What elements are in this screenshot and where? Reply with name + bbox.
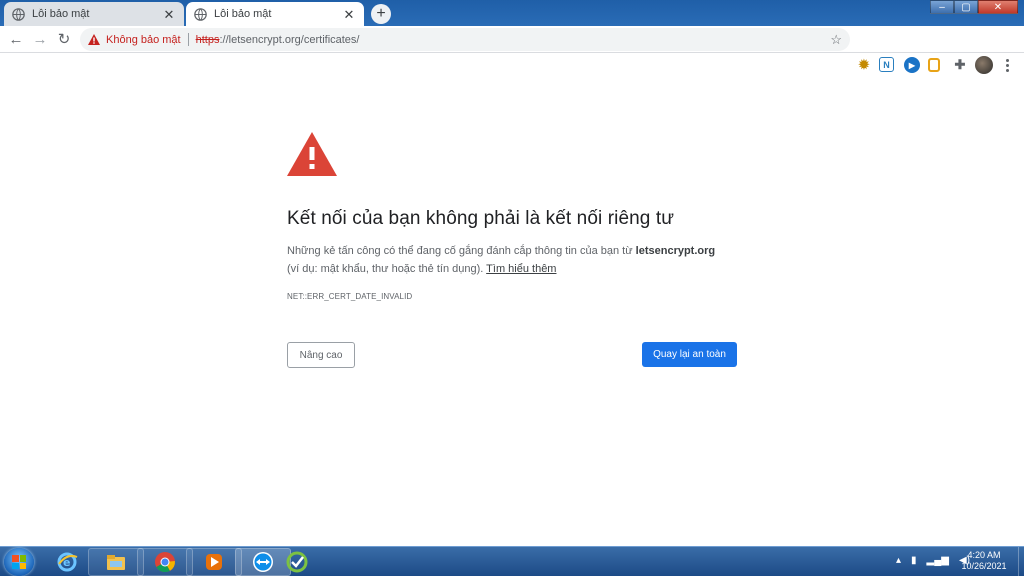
svg-text:e: e <box>63 556 70 569</box>
star-icon[interactable]: ☆ <box>830 32 842 48</box>
signal-icon[interactable]: ▂▄▆ <box>927 555 949 566</box>
globe-icon <box>194 7 207 21</box>
reload-icon[interactable]: ↻ <box>52 27 76 51</box>
divider <box>187 33 189 46</box>
clock-time: 4:20 AM <box>967 550 1001 560</box>
show-desktop-button[interactable] <box>1018 547 1024 576</box>
body-text-2: (ví dụ: mật khẩu, thư hoặc thẻ tín dụng)… <box>287 263 487 275</box>
warning-description: Những kẻ tấn công có thể đang cố gắng đá… <box>287 242 737 278</box>
explorer-icon[interactable] <box>88 548 144 576</box>
domain-name: letsencrypt.org <box>635 245 716 257</box>
tab-strip: Lỗi bảo mật ✕ Lỗi bảo mật ✕ + – ▢ ✕ <box>0 0 1024 26</box>
tab-title: Lỗi bảo mật <box>32 8 90 20</box>
avatar[interactable] <box>975 56 993 74</box>
extension-n-icon[interactable]: N <box>879 57 894 72</box>
warning-icon <box>88 34 100 45</box>
maximize-button[interactable]: ▢ <box>954 0 978 14</box>
ie-icon[interactable]: e <box>39 548 95 576</box>
advanced-button[interactable]: Nâng cao <box>287 342 355 368</box>
url-text: ://letsencrypt.org/certificates/ <box>219 33 360 46</box>
chrome-icon[interactable] <box>137 548 193 576</box>
tab-2[interactable]: Lỗi bảo mật ✕ <box>186 2 364 26</box>
browser-toolbar: ← → ↻ Không bảo mật https ://letsencrypt… <box>0 26 1024 74</box>
close-icon[interactable]: ✕ <box>342 7 356 21</box>
puzzle-icon[interactable]: ✚ <box>952 57 968 73</box>
learn-more-link[interactable]: Tìm hiểu thêm <box>486 263 556 275</box>
url-scheme: https <box>195 33 220 46</box>
network-icon[interactable]: ▮ <box>911 555 917 566</box>
tab-1[interactable]: Lỗi bảo mật ✕ <box>4 2 184 26</box>
tab-title: Lỗi bảo mật <box>214 8 272 20</box>
plus-icon[interactable]: + <box>371 4 391 24</box>
interstitial-content: Kết nối của bạn không phải là kết nối ri… <box>287 132 737 301</box>
warning-icon <box>287 132 337 176</box>
chevron-up-icon[interactable]: ▴ <box>896 555 901 566</box>
menu-button[interactable] <box>1002 56 1012 74</box>
extension-sun-icon[interactable]: ✹ <box>856 57 872 73</box>
security-status[interactable]: Không bảo mật <box>106 34 181 46</box>
extension-box-icon[interactable] <box>928 58 940 72</box>
close-icon[interactable]: ✕ <box>162 7 176 21</box>
globe-icon <box>12 7 25 21</box>
taskbar: e ▴ ▮ ▂▄▆ ◀) 4:20 AM 10/26/2021 <box>0 546 1024 576</box>
minimize-button[interactable]: – <box>930 0 954 14</box>
back-to-safety-button[interactable]: Quay lại an toàn <box>642 342 737 367</box>
windows-start-icon[interactable] <box>4 548 34 576</box>
error-code[interactable]: NET::ERR_CERT_DATE_INVALID <box>287 292 737 301</box>
extension-play-icon[interactable]: ▶ <box>904 57 920 73</box>
forward-icon[interactable]: → <box>28 27 52 51</box>
page-title: Kết nối của bạn không phải là kết nối ri… <box>287 208 675 229</box>
address-bar[interactable]: Không bảo mật https ://letsencrypt.org/c… <box>80 28 850 51</box>
body-text: Những kẻ tấn công có thể đang cố gắng đá… <box>287 245 636 257</box>
clock[interactable]: 4:20 AM 10/26/2021 <box>956 550 1012 572</box>
close-window-button[interactable]: ✕ <box>978 0 1018 14</box>
app-green-icon[interactable] <box>272 548 322 576</box>
media-player-icon[interactable] <box>186 548 242 576</box>
clock-date: 10/26/2021 <box>961 561 1007 571</box>
back-icon[interactable]: ← <box>4 27 28 51</box>
window-controls: – ▢ ✕ <box>930 0 1018 14</box>
